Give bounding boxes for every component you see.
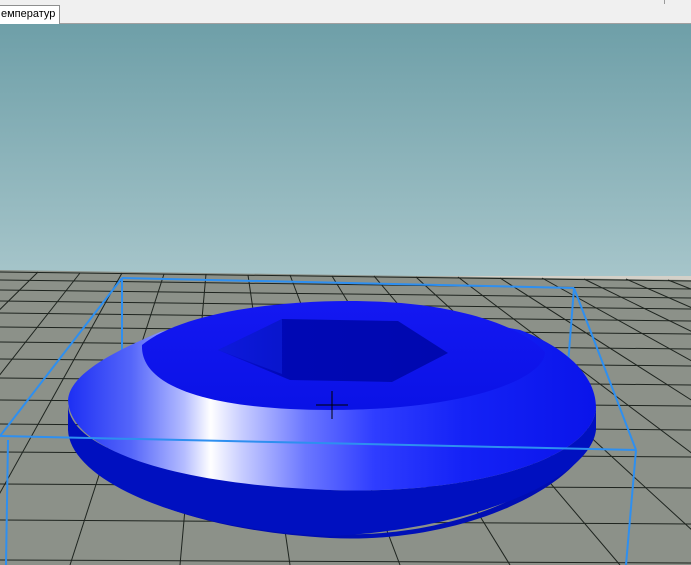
3d-viewport[interactable]	[0, 24, 691, 565]
app-window: емператур	[0, 0, 691, 565]
tab-strip: емператур	[0, 0, 691, 24]
tab-temperature[interactable]: емператур	[0, 5, 61, 24]
window-corner	[664, 0, 691, 4]
sky-background	[0, 24, 691, 276]
